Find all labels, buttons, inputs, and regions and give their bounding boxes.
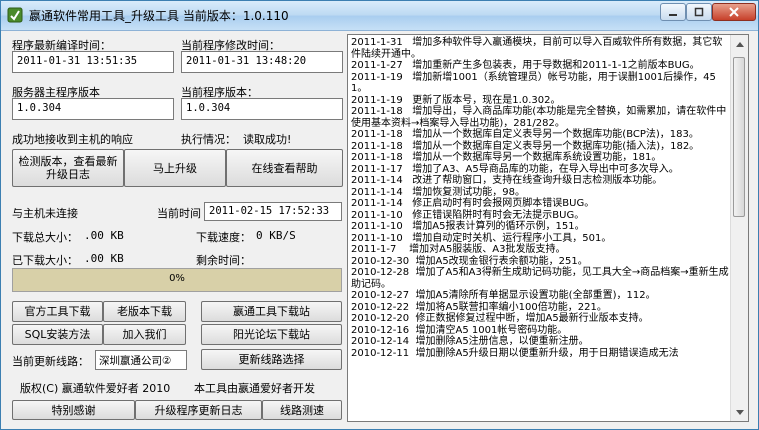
old-version-button[interactable]: 老版本下载 xyxy=(103,301,186,322)
log-entry: 2011-1-17 增加了A3、A5导商品库的功能，在导入导出中可多次导入。 xyxy=(351,163,679,175)
join-us-button[interactable]: 加入我们 xyxy=(103,324,186,345)
sql-install-button[interactable]: SQL安装方法 xyxy=(12,324,103,345)
scroll-up-arrow[interactable] xyxy=(731,35,748,52)
maximize-icon xyxy=(694,7,704,17)
minimize-button[interactable] xyxy=(660,3,686,21)
log-entry: 2010-12-30 增加A5改现金银行表余额功能，251。 xyxy=(351,255,588,267)
route-label: 当前更新线路： xyxy=(12,355,89,368)
log-entry: 2011-1-10 修正错误陷阱时有时会无法提示BUG。 xyxy=(351,209,585,221)
current-time-field[interactable]: 2011-02-15 17:52:33 xyxy=(204,202,342,221)
route-select-button[interactable]: 更新线路选择 xyxy=(201,349,342,370)
minimize-icon xyxy=(669,14,677,16)
host-status: 与主机未连接 xyxy=(12,207,78,220)
scroll-down-arrow[interactable] xyxy=(731,404,748,421)
compile-time-field[interactable]: 2011-01-31 13:51:35 xyxy=(12,51,174,73)
log-entry: 2011-1-18 增加导出，导入商品库功能(本功能是完全替换，如需累加，请在软… xyxy=(351,106,727,129)
log-entry: 2010-12-16 增加清空A5 1001帐号密码功能。 xyxy=(351,324,568,336)
log-entry: 2011-1-27 增加重新产生多包装表，用于导数据和2011-1-1之前版本B… xyxy=(351,60,700,71)
log-entry: 2011-1-14 修正启动时有时会报网页脚本错误BUG。 xyxy=(351,198,595,209)
check-version-button[interactable]: 检测版本，查看最新升级日志 xyxy=(12,149,124,187)
log-entry: 2011-1-14 增加恢复测试功能，98。 xyxy=(351,186,526,198)
window-title: 嬴通软件常用工具_升级工具 当前版本：1.0.110 xyxy=(29,9,289,23)
log-entry: 2010-12-22 增加将A5联营扣率编小100倍功能，221。 xyxy=(351,301,607,313)
route-test-button[interactable]: 线路测速 xyxy=(262,400,342,420)
log-entry: 2011-1-31 增加多种软件导入嬴通模块，目前可以导入百威软件所有数据，其它… xyxy=(351,37,723,60)
current-time-label: 当前时间 xyxy=(157,207,201,220)
total-size-label: 下载总大小： xyxy=(12,231,78,244)
exec-status-value: 读取成功! xyxy=(243,133,292,146)
downloaded-size-label: 已下载大小： xyxy=(12,254,78,267)
update-log-text: 2011-1-31 增加多种软件导入嬴通模块，目前可以导入百威软件所有数据，其它… xyxy=(351,37,729,359)
arrow-down-icon xyxy=(735,409,744,415)
remaining-time-label: 剩余时间： xyxy=(196,254,251,267)
online-help-button[interactable]: 在线查看帮助 xyxy=(226,149,343,187)
log-entry: 2011-1-18 增加从一个数据库导另一个数据库系统设置功能，181。 xyxy=(351,152,662,163)
log-entry: 2011-1-19 增加新增1001（系统管理员）帐号功能，用于误删1001后操… xyxy=(351,71,716,95)
log-entry: 2011-1-10 增加自动定时关机、运行程序小工具，501。 xyxy=(351,232,612,244)
log-entry: 2010-12-28 增加了A5和A3得新生成助记码功能，见工具大全→商品档案→… xyxy=(351,267,729,290)
maximize-button[interactable] xyxy=(686,3,712,21)
log-entry: 2011-1-18 增加从一个数据库自定义表导另一个数据库功能(插入法)，182… xyxy=(351,140,700,152)
download-speed-label: 下载速度： xyxy=(196,231,251,244)
current-version-field[interactable]: 1.0.304 xyxy=(181,98,343,120)
log-entry: 2011-1-19 更新了版本号，现在是1.0.302。 xyxy=(351,94,561,106)
log-entry: 2011-1-18 增加从一个数据库自定义表导另一个数据库功能(BCP法)，18… xyxy=(351,129,699,140)
progress-text: 0% xyxy=(169,273,185,284)
update-log-panel[interactable]: 2011-1-31 增加多种软件导入嬴通模块，目前可以导入百威软件所有数据，其它… xyxy=(347,34,749,422)
yangguang-forum-button[interactable]: 阳光论坛下载站 xyxy=(201,324,342,345)
scroll-thumb[interactable] xyxy=(733,57,745,217)
upgrade-tool-window: 嬴通软件常用工具_升级工具 当前版本：1.0.110 程序最新编译时间： 201… xyxy=(0,0,759,430)
yingtong-tools-site-button[interactable]: 嬴通工具下载站 xyxy=(201,301,342,322)
download-progress-bar: 0% xyxy=(12,268,342,292)
log-entry: 2011-1-14 改进了帮助窗口，支持在线查询升级日志检测版本功能。 xyxy=(351,175,663,186)
made-by-text: 本工具由嬴通爱好者开发 xyxy=(194,382,315,395)
route-field[interactable]: 深圳嬴通公司② xyxy=(95,350,187,370)
log-entry: 2010-12-27 增加A5清除所有单据显示设置功能(全部重置)，112。 xyxy=(351,290,656,301)
special-thanks-button[interactable]: 特别感谢 xyxy=(12,400,135,420)
copyright-text: 版权(C) 嬴通软件爱好者 2010 xyxy=(20,382,171,395)
log-entry: 2011-1-7 增加对A5服装版、A3批发版支持。 xyxy=(351,244,566,255)
downloaded-size-value: .00 KB xyxy=(84,252,124,265)
close-icon xyxy=(729,7,739,17)
modify-time-field[interactable]: 2011-01-31 13:48:20 xyxy=(181,51,343,73)
app-icon xyxy=(7,7,23,23)
log-entry: 2010-12-20 修正数据修复过程中断，增加A5最新行业版本支持。 xyxy=(351,313,649,324)
changelog-button[interactable]: 升级程序更新日志 xyxy=(135,400,262,420)
log-entry: 2010-12-14 增加删除A5注册信息，以便重新注册。 xyxy=(351,336,589,347)
upgrade-now-button[interactable]: 马上升级 xyxy=(124,149,226,187)
exec-status-label: 执行情况： xyxy=(181,133,236,146)
official-tools-button[interactable]: 官方工具下载 xyxy=(12,301,103,322)
download-speed-value: 0 KB/S xyxy=(256,229,296,242)
log-entry: 2011-1-10 增加A5报表计算列的循环示例，151。 xyxy=(351,221,585,232)
arrow-up-icon xyxy=(735,41,744,47)
log-entry: 2010-12-11 增加删除A5升级日期以便重新升级，用于日期错误造成无法 xyxy=(351,347,679,359)
server-version-field[interactable]: 1.0.304 xyxy=(12,98,174,120)
total-size-value: .00 KB xyxy=(84,229,124,242)
title-bar[interactable]: 嬴通软件常用工具_升级工具 当前版本：1.0.110 xyxy=(1,1,758,31)
close-button[interactable] xyxy=(712,3,756,21)
response-status: 成功地接收到主机的响应 xyxy=(12,133,133,146)
log-scrollbar[interactable] xyxy=(730,35,748,421)
